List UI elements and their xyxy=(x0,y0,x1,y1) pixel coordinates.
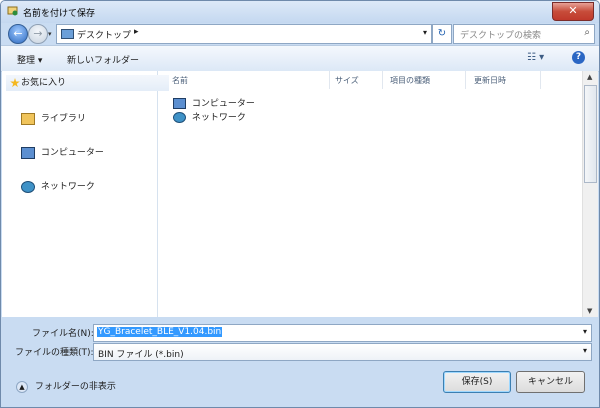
column-header-type[interactable]: 項目の種類 xyxy=(390,75,430,86)
filename-label: ファイル名(N): xyxy=(32,329,94,339)
forward-button[interactable]: → xyxy=(28,24,48,44)
forward-arrow-icon: → xyxy=(33,27,43,40)
column-divider xyxy=(465,71,466,89)
scrollbar-thumb[interactable] xyxy=(584,85,597,183)
save-form: ファイル名(N): YG_Bracelet_BLE_V1.04.bin ▾ ファ… xyxy=(1,317,599,407)
back-button[interactable]: ← xyxy=(8,24,28,44)
address-bar[interactable]: デスクトップ ▸ ▾ xyxy=(56,24,432,44)
sidebar-item-network[interactable]: ネットワーク xyxy=(21,179,95,193)
save-button[interactable]: 保存(S) xyxy=(443,371,511,393)
navigation-bar: ← → ▾ デスクトップ ▸ ▾ ↻ デスクトップの検索 ⌕ xyxy=(1,23,599,45)
filetype-dropdown-icon[interactable]: ▾ xyxy=(583,346,587,355)
vertical-scrollbar[interactable]: ▲ ▼ xyxy=(582,71,598,317)
network-icon xyxy=(173,112,186,123)
computer-icon xyxy=(173,98,186,109)
sidebar-item-library[interactable]: ライブラリ xyxy=(21,111,86,125)
browser-pane: お気に入り ライブラリ コンピューター ネットワーク 名前 サイズ 項目の種類 … xyxy=(2,71,598,317)
close-button[interactable]: ✕ xyxy=(552,2,594,21)
save-as-dialog: 名前を付けて保存 ✕ ← → ▾ デスクトップ ▸ ▾ ↻ デスクトップの検索 … xyxy=(0,0,600,408)
hide-folders-toggle[interactable]: ▲ フォルダーの非表示 xyxy=(16,379,116,393)
search-icon[interactable]: ⌕ xyxy=(584,27,590,38)
column-header-name[interactable]: 名前 xyxy=(172,75,188,86)
library-folder-icon xyxy=(21,112,35,125)
address-dropdown-icon[interactable]: ▾ xyxy=(423,28,427,37)
sidebar-item-label: ネットワーク xyxy=(40,182,95,192)
sidebar-item-favorites[interactable]: お気に入り xyxy=(6,75,169,91)
item-name: ネットワーク xyxy=(191,113,246,123)
new-folder-button[interactable]: 新しいフォルダー xyxy=(67,53,139,66)
sidebar-item-label: お気に入り xyxy=(21,78,67,88)
item-name: コンピューター xyxy=(191,99,255,109)
history-dropdown-icon[interactable]: ▾ xyxy=(48,30,52,38)
network-icon xyxy=(21,180,35,193)
scroll-down-icon[interactable]: ▼ xyxy=(587,307,592,315)
hide-folders-label: フォルダーの非表示 xyxy=(34,382,116,392)
refresh-button[interactable]: ↻ xyxy=(432,24,452,44)
cancel-button[interactable]: キャンセル xyxy=(516,371,585,393)
refresh-icon: ↻ xyxy=(437,28,447,39)
star-icon xyxy=(10,78,20,88)
scroll-up-icon[interactable]: ▲ xyxy=(587,73,592,81)
filetype-value: BIN ファイル (*.bin) xyxy=(98,350,184,360)
close-icon: ✕ xyxy=(568,4,578,17)
list-item[interactable]: ネットワーク xyxy=(173,110,246,123)
title-bar: 名前を付けて保存 ✕ xyxy=(1,1,599,23)
view-options-icon[interactable]: ☷ ▾ xyxy=(527,52,544,63)
column-header-size[interactable]: サイズ xyxy=(335,75,359,86)
list-item[interactable]: コンピューター xyxy=(173,96,255,109)
filename-dropdown-icon[interactable]: ▾ xyxy=(583,327,587,336)
file-list[interactable]: 名前 サイズ 項目の種類 更新日時 コンピューター ネットワーク xyxy=(159,71,581,317)
filetype-select[interactable]: BIN ファイル (*.bin) ▾ xyxy=(93,343,592,361)
back-arrow-icon: ← xyxy=(13,27,23,40)
filename-input[interactable]: YG_Bracelet_BLE_V1.04.bin ▾ xyxy=(93,324,592,342)
column-divider xyxy=(540,71,541,89)
navigation-sidebar: お気に入り ライブラリ コンピューター ネットワーク xyxy=(2,71,169,317)
filetype-label: ファイルの種類(T): xyxy=(15,348,94,358)
dialog-title: 名前を付けて保存 xyxy=(23,9,96,19)
chevron-up-icon: ▲ xyxy=(16,381,28,393)
filename-value: YG_Bracelet_BLE_V1.04.bin xyxy=(97,327,223,337)
breadcrumb-separator-icon[interactable]: ▸ xyxy=(134,27,139,37)
computer-icon xyxy=(21,146,35,159)
sidebar-item-label: コンピューター xyxy=(40,148,104,158)
sidebar-item-label: ライブラリ xyxy=(40,114,86,124)
column-header-modified[interactable]: 更新日時 xyxy=(474,75,506,86)
address-label: デスクトップ xyxy=(77,31,132,41)
sidebar-item-computer[interactable]: コンピューター xyxy=(21,145,104,159)
column-divider xyxy=(382,71,383,89)
dialog-icon xyxy=(7,6,18,16)
command-toolbar: 整理 ▾ 新しいフォルダー ☷ ▾ ? xyxy=(1,45,599,72)
help-icon[interactable]: ? xyxy=(572,51,585,64)
column-divider xyxy=(329,71,330,89)
organize-button[interactable]: 整理 ▾ xyxy=(17,53,42,66)
search-placeholder: デスクトップの検索 xyxy=(460,31,542,41)
desktop-icon xyxy=(61,29,74,39)
search-box[interactable]: デスクトップの検索 ⌕ xyxy=(453,24,595,44)
